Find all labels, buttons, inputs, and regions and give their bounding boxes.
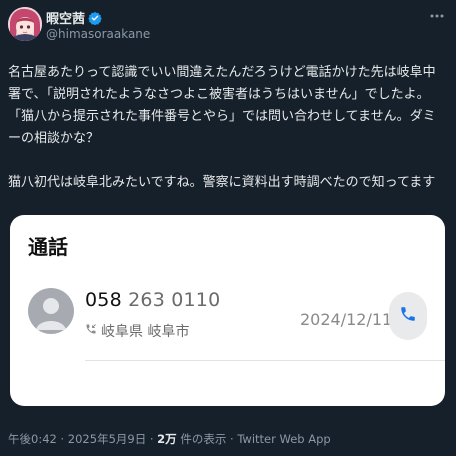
more-options-icon[interactable] — [428, 8, 446, 24]
incoming-call-icon — [85, 323, 97, 339]
view-label: 件の表示 — [176, 432, 227, 446]
phone-rest: 263 0110 — [128, 289, 221, 311]
author-avatar[interactable] — [8, 7, 42, 41]
call-date: 2024/12/11 — [300, 310, 393, 329]
phone-call-button[interactable] — [389, 292, 427, 340]
tweet-time[interactable]: 午後0:42 — [8, 432, 57, 446]
meta-separator: · — [56, 432, 68, 446]
tweet-paragraph-2: 猫八初代は岐阜北みたいですね。警察に資料出す時調べたので知ってます — [8, 175, 436, 190]
tweet: 暇空茜 @himasoraakane 名古屋あたりって認識でいい間違えたんだろう… — [0, 0, 456, 456]
tweet-date[interactable]: 2025年5月9日 — [68, 432, 146, 446]
anime-avatar-image — [8, 7, 42, 41]
tweet-meta: 午後0:42 · 2025年5月9日 · 2万 件の表示 · Twitter W… — [8, 431, 331, 447]
call-log-title: 通話 — [28, 235, 68, 259]
phone-call-icon — [399, 305, 417, 327]
phone-prefix: 058 — [85, 289, 122, 311]
phone-number: 058 263 0110 — [85, 289, 220, 311]
call-location: 岐阜県 岐阜市 — [85, 321, 189, 341]
verified-badge-icon — [88, 10, 102, 26]
view-count[interactable]: 2万 — [157, 432, 177, 446]
meta-separator: · — [146, 432, 158, 446]
author-name-row: 暇空茜 — [46, 8, 102, 27]
tweet-paragraph-1: 名古屋あたりって認識でいい間違えたんだろうけど電話かけた先は岐阜中署で、「説明さ… — [8, 65, 436, 146]
tweet-media-image[interactable]: 通話 058 263 0110 岐阜県 岐阜市 2024/12/11 — [10, 215, 445, 406]
meta-separator: · — [226, 432, 238, 446]
author-handle[interactable]: @himasoraakane — [46, 27, 150, 41]
call-divider — [85, 360, 445, 361]
tweet-text: 名古屋あたりって認識でいい間違えたんだろうけど電話かけた先は岐阜中署で、「説明さ… — [8, 62, 448, 194]
call-location-text: 岐阜県 岐阜市 — [101, 324, 190, 340]
contact-avatar-icon — [28, 288, 74, 334]
tweet-source: Twitter Web App — [237, 432, 331, 446]
author-display-name[interactable]: 暇空茜 — [46, 8, 85, 27]
